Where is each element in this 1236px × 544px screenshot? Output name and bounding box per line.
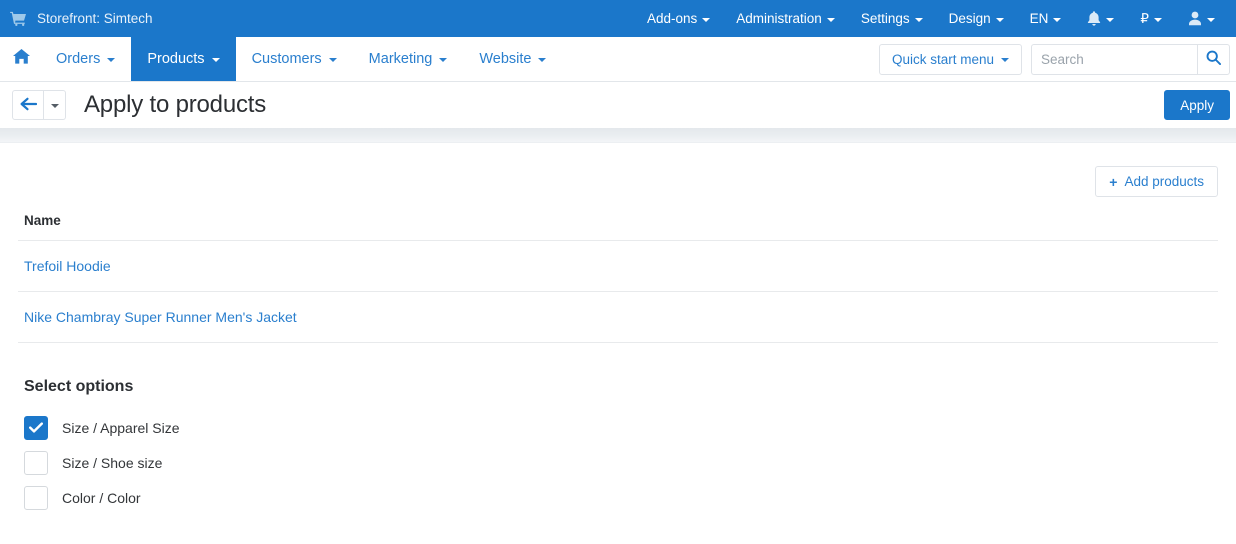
table-row: Nike Chambray Super Runner Men's Jacket <box>18 291 1218 343</box>
arrow-left-icon <box>20 97 37 114</box>
chevron-down-icon <box>439 58 448 62</box>
topbar-menu-design[interactable]: Design <box>936 0 1017 37</box>
top-bar: Storefront: Simtech Add-ons Administrati… <box>0 0 1236 37</box>
apply-button[interactable]: Apply <box>1164 90 1230 120</box>
currency-menu[interactable]: ₽ <box>1127 0 1175 37</box>
table-header-row: Name <box>18 208 1218 241</box>
options-list: Size / Apparel Size Size / Shoe size Col… <box>18 410 1218 515</box>
bell-icon <box>1087 10 1101 27</box>
quick-start-menu-button[interactable]: Quick start menu <box>878 43 1022 75</box>
section-separator <box>0 128 1236 143</box>
content-toolbar: + Add products <box>18 143 1218 197</box>
add-products-label: Add products <box>1124 174 1204 189</box>
nav-item-website[interactable]: Website <box>463 37 562 81</box>
nav-item-marketing-label: Marketing <box>368 51 433 67</box>
topbar-menu-design-label: Design <box>948 11 991 26</box>
back-button-group <box>12 90 66 120</box>
chevron-down-icon <box>50 104 59 108</box>
chevron-down-icon <box>914 17 923 22</box>
nav-item-products[interactable]: Products <box>131 37 236 81</box>
add-products-button[interactable]: + Add products <box>1095 166 1218 197</box>
plus-icon: + <box>1109 173 1118 190</box>
nav-item-customers-label: Customers <box>251 51 322 67</box>
chevron-down-icon <box>328 58 337 62</box>
select-options-heading: Select options <box>24 378 134 395</box>
nav-item-marketing[interactable]: Marketing <box>353 37 464 81</box>
search-button[interactable] <box>1197 43 1230 75</box>
home-icon <box>12 49 30 69</box>
user-icon <box>1188 11 1202 26</box>
chevron-down-icon <box>1106 17 1115 22</box>
main-navigation: Orders Products Customers Marketing Webs… <box>0 37 1236 82</box>
topbar-menu-settings[interactable]: Settings <box>848 0 936 37</box>
page-title: Apply to products <box>84 91 267 118</box>
products-table: Name Trefoil Hoodie Nike Chambray Super … <box>18 208 1218 343</box>
chevron-down-icon <box>702 17 711 22</box>
topbar-menu-language-label: EN <box>1029 11 1049 26</box>
page-title-bar: Apply to products Apply <box>0 82 1236 128</box>
back-button[interactable] <box>12 90 44 120</box>
navbar-spacer <box>562 37 878 81</box>
option-row-size-apparel-size[interactable]: Size / Apparel Size <box>24 410 1218 445</box>
main-content: + Add products Name Trefoil Hoodie Nike … <box>0 143 1236 515</box>
product-link[interactable]: Trefoil Hoodie <box>24 258 111 274</box>
option-label: Color / Color <box>62 489 141 506</box>
table-cell-name: Trefoil Hoodie <box>18 240 1218 292</box>
option-checkbox-color-color[interactable] <box>24 485 48 510</box>
table-row: Trefoil Hoodie <box>18 240 1218 292</box>
search-icon <box>1206 50 1221 68</box>
nav-home-button[interactable] <box>2 37 40 81</box>
option-label: Size / Shoe size <box>62 454 163 471</box>
chevron-down-icon <box>995 17 1004 22</box>
currency-symbol: ₽ <box>1140 10 1149 26</box>
product-link[interactable]: Nike Chambray Super Runner Men's Jacket <box>24 309 297 325</box>
nav-item-orders[interactable]: Orders <box>40 37 131 81</box>
storefront-link[interactable]: Storefront: Simtech <box>10 11 153 26</box>
column-header-name: Name <box>18 208 1218 241</box>
products-table-head: Name <box>18 208 1218 241</box>
option-label: Size / Apparel Size <box>62 419 180 436</box>
products-table-body: Trefoil Hoodie Nike Chambray Super Runne… <box>18 240 1218 343</box>
table-cell-name: Nike Chambray Super Runner Men's Jacket <box>18 291 1218 343</box>
topbar-menu-add-ons-label: Add-ons <box>646 11 698 26</box>
nav-item-website-label: Website <box>479 51 532 67</box>
chevron-down-icon <box>1053 17 1062 22</box>
nav-item-orders-label: Orders <box>56 51 101 67</box>
account-menu[interactable] <box>1175 0 1228 37</box>
cart-icon <box>10 11 27 26</box>
navbar-right-group: Quick start menu <box>878 37 1236 81</box>
chevron-down-icon <box>211 58 220 62</box>
notifications-menu[interactable] <box>1074 0 1127 37</box>
option-row-size-shoe-size[interactable]: Size / Shoe size <box>24 445 1218 480</box>
nav-item-customers[interactable]: Customers <box>236 37 353 81</box>
chevron-down-icon <box>1207 17 1215 22</box>
topbar-menu-language[interactable]: EN <box>1017 0 1075 37</box>
option-checkbox-size-apparel-size[interactable] <box>24 415 48 440</box>
topbar-menu-settings-label: Settings <box>860 11 910 26</box>
topbar-menu-administration[interactable]: Administration <box>723 0 848 37</box>
chevron-down-icon <box>1001 58 1009 62</box>
option-row-color-color[interactable]: Color / Color <box>24 480 1218 515</box>
topbar-menu-administration-label: Administration <box>736 11 822 26</box>
topbar-menu-add-ons[interactable]: Add-ons <box>634 0 723 37</box>
search-group <box>1031 43 1230 75</box>
chevron-down-icon <box>1154 17 1162 22</box>
storefront-label: Storefront: Simtech <box>37 11 153 26</box>
chevron-down-icon <box>826 17 835 22</box>
search-input[interactable] <box>1031 43 1197 75</box>
option-checkbox-size-shoe-size[interactable] <box>24 450 48 475</box>
back-dropdown-button[interactable] <box>44 90 66 120</box>
nav-item-products-label: Products <box>147 51 205 67</box>
quick-start-menu-label: Quick start menu <box>891 51 994 67</box>
chevron-down-icon <box>107 58 116 62</box>
chevron-down-icon <box>538 58 547 62</box>
